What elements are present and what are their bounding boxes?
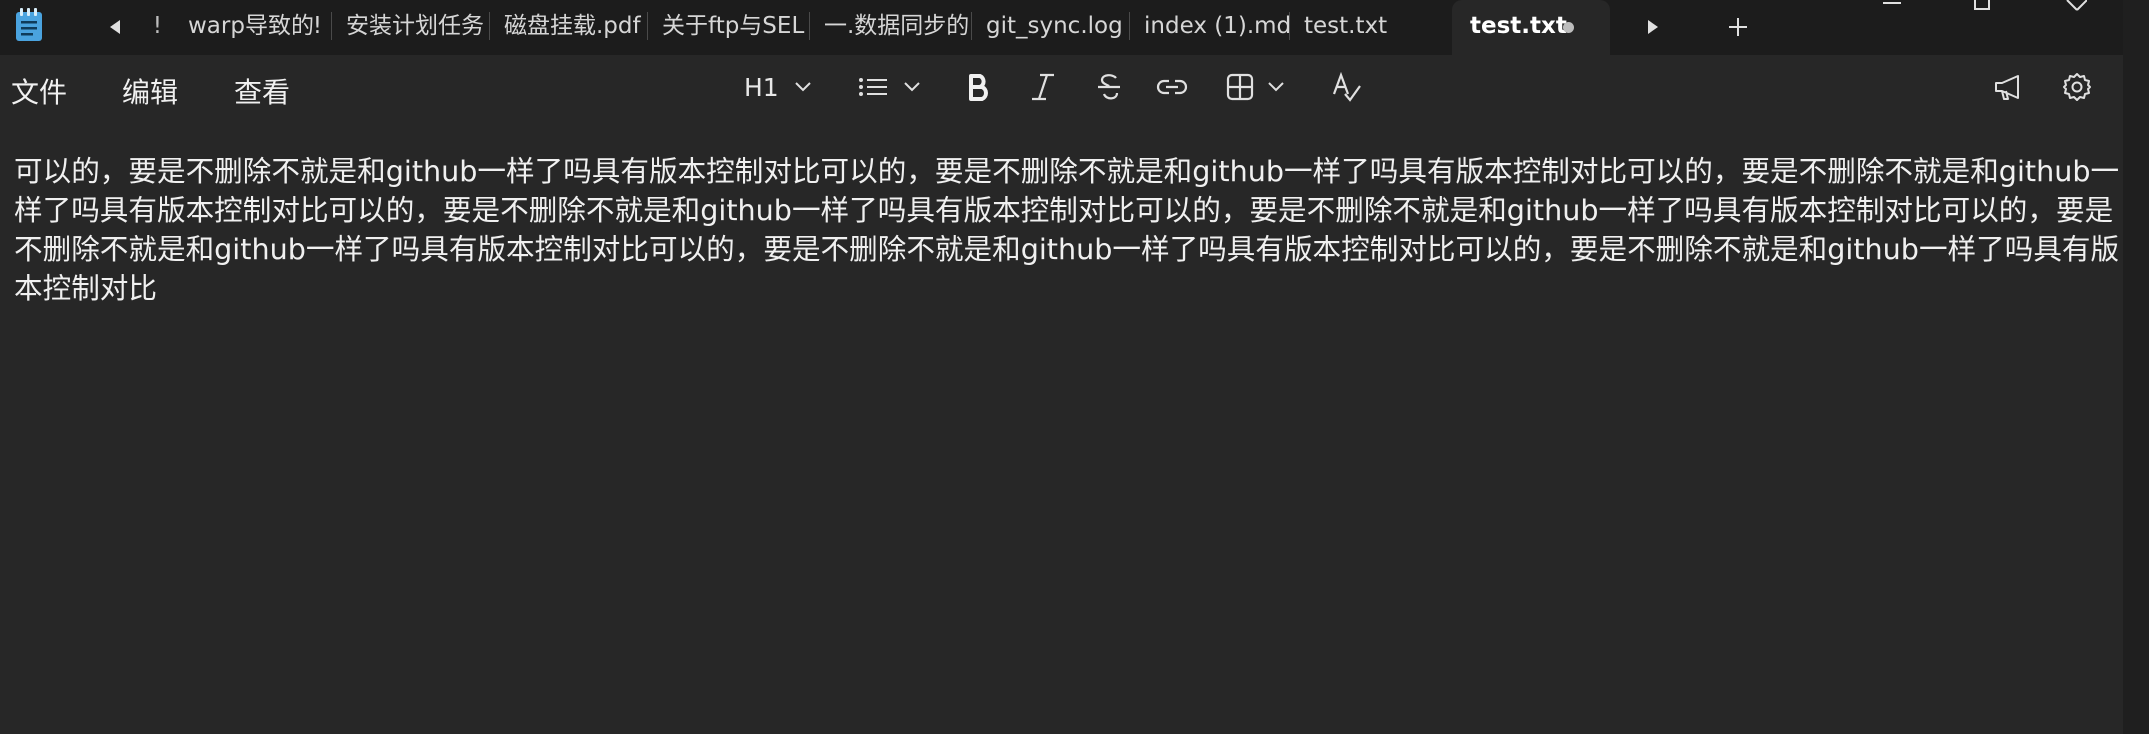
gear-icon <box>2063 73 2091 101</box>
tab-label: warp导致的ǃ <box>188 13 321 39</box>
minimize-button[interactable] <box>1872 0 1912 16</box>
menu-file[interactable]: 文件 <box>11 71 67 111</box>
list-dropdown[interactable] <box>858 67 920 107</box>
announcements-button[interactable] <box>1993 67 2023 107</box>
new-tab-icon <box>1729 18 1747 36</box>
megaphone-icon <box>1995 75 2019 100</box>
tab-label: index (1).md <box>1144 13 1290 39</box>
chevron-down-icon <box>795 82 811 92</box>
spellcheck-button[interactable] <box>1332 67 1362 107</box>
menu-view[interactable]: 查看 <box>234 71 290 111</box>
heading-dropdown[interactable]: H1 <box>744 67 811 107</box>
tab-label: test.txt <box>1304 13 1388 39</box>
document-text[interactable]: 可以的，要是不删除不就是和github一样了吗具有版本控制对比可以的，要是不删除… <box>14 152 2120 308</box>
list-icon <box>859 78 887 96</box>
tab-item[interactable]: git_sync.log <box>972 0 1130 55</box>
tab-item[interactable]: warp导致的ǃ <box>174 0 332 55</box>
tab-item[interactable]: 磁盘挂载.pdf <box>490 0 648 55</box>
menu-bar: 文件 编辑 查看 H1 <box>0 55 2123 121</box>
tab-item[interactable]: test.txt <box>1290 0 1450 55</box>
link-button[interactable] <box>1156 67 1188 107</box>
table-icon <box>1226 73 1254 101</box>
tab-label: 关于ftp与SEL <box>662 13 805 39</box>
tab-item[interactable]: 一.数据同步的 <box>810 0 972 55</box>
scroll-tabs-right-icon <box>1648 20 1658 34</box>
scroll-tabs-left-button[interactable] <box>100 12 130 42</box>
tab-label: 安装计划任务 <box>346 13 484 39</box>
tab-item-active[interactable]: test.txt <box>1452 0 1610 55</box>
chevron-down-icon <box>904 82 920 92</box>
tab-item[interactable]: 安装计划任务 <box>332 0 490 55</box>
tab-item[interactable]: 关于ftp与SEL <box>648 0 810 55</box>
notepad-app-icon <box>14 8 44 46</box>
tab-label: test.txt <box>1470 13 1567 39</box>
bold-button[interactable] <box>966 67 992 107</box>
scroll-tabs-right-button[interactable] <box>1638 12 1668 42</box>
menu-edit[interactable]: 编辑 <box>122 71 178 111</box>
spellcheck-icon <box>1332 72 1361 102</box>
settings-button[interactable] <box>2062 67 2092 107</box>
new-tab-button[interactable] <box>1723 12 1753 42</box>
bold-icon <box>969 74 988 101</box>
strikethrough-icon <box>1098 74 1120 100</box>
minimize-icon <box>1883 2 1901 4</box>
close-button[interactable] <box>2056 0 2096 16</box>
heading-label: H1 <box>744 72 779 102</box>
table-dropdown[interactable] <box>1226 67 1284 107</box>
scroll-tabs-left-icon <box>110 20 120 34</box>
italic-button[interactable] <box>1030 67 1056 107</box>
tab-overflow[interactable]: ǃ <box>148 0 174 55</box>
tab-label: 一.数据同步的 <box>824 13 970 39</box>
tab-item[interactable]: index (1).md <box>1130 0 1290 55</box>
chevron-down-icon <box>1268 82 1284 92</box>
tab-label: git_sync.log <box>986 13 1123 39</box>
editor-area[interactable]: 可以的，要是不删除不就是和github一样了吗具有版本控制对比可以的，要是不删除… <box>0 121 2123 734</box>
italic-icon <box>1032 73 1054 101</box>
tab-label: 磁盘挂载.pdf <box>504 13 641 39</box>
close-icon <box>2066 0 2087 11</box>
vertical-scrollbar[interactable] <box>2123 0 2149 734</box>
maximize-button[interactable] <box>1962 0 2002 16</box>
maximize-icon <box>1974 0 1990 10</box>
title-bar: ǃ warp导致的ǃ 安装计划任务 磁盘挂载.pdf 关于ftp与SEL 一.数… <box>0 0 2149 55</box>
unsaved-dot-icon[interactable] <box>1563 22 1574 33</box>
strikethrough-button[interactable] <box>1096 67 1122 107</box>
link-icon <box>1156 79 1188 95</box>
